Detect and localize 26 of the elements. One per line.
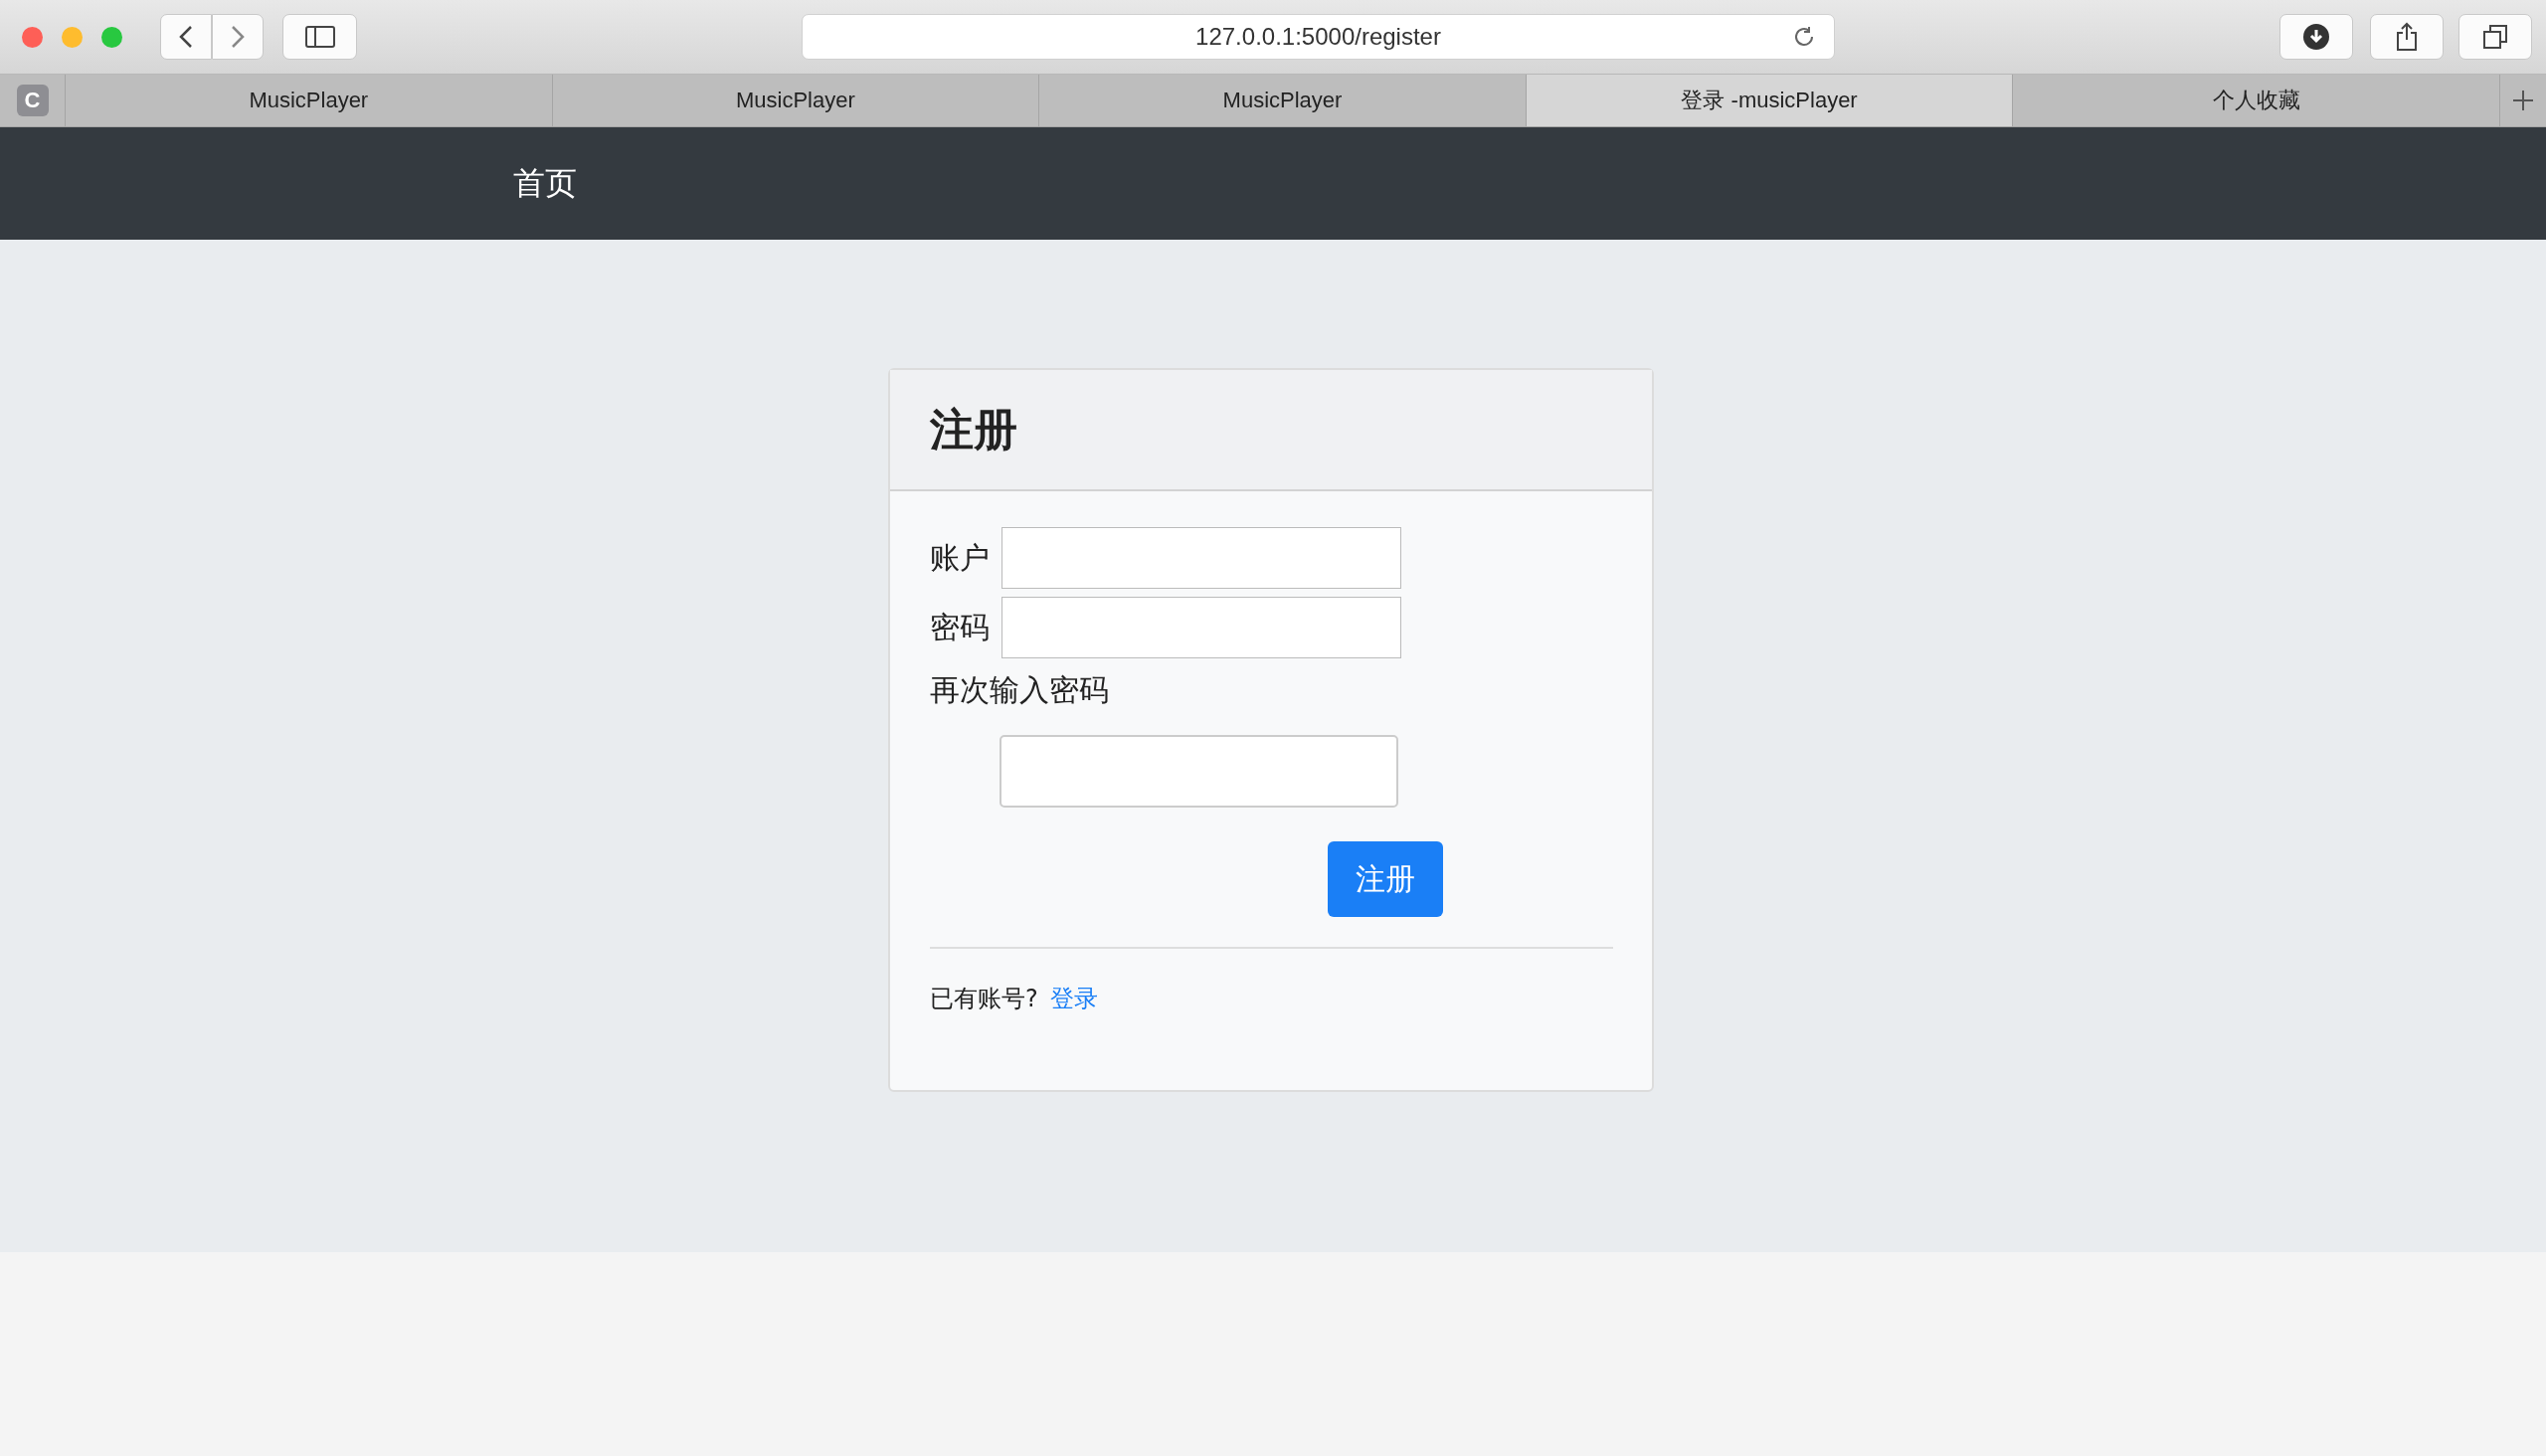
overlapping-squares-icon	[2482, 24, 2508, 50]
sidebar-icon	[304, 26, 335, 48]
reload-icon[interactable]	[1792, 25, 1816, 49]
home-link[interactable]: 首页	[513, 161, 577, 206]
browser-tab[interactable]: 登录 -musicPlayer	[1526, 75, 2014, 126]
input-field[interactable]	[1001, 527, 1401, 589]
close-window-icon[interactable]	[22, 26, 43, 48]
input-field[interactable]	[1000, 735, 1398, 808]
back-button[interactable]	[160, 14, 212, 60]
field-label: 再次输入密码	[930, 671, 1110, 709]
field-label: 账户	[930, 538, 990, 577]
register-button[interactable]: 注册	[1328, 841, 1443, 917]
chevron-left-icon	[179, 25, 193, 49]
input-field[interactable]	[1001, 597, 1401, 658]
share-button[interactable]	[2370, 14, 2444, 60]
chevron-right-icon	[231, 25, 245, 49]
field-label: 密码	[930, 608, 990, 646]
share-icon	[2395, 22, 2419, 52]
address-bar[interactable]: 127.0.0.1:5000/register	[802, 14, 1835, 60]
login-link[interactable]: 登录	[1049, 983, 1098, 1014]
download-icon	[2302, 23, 2330, 51]
sidebar-button[interactable]	[282, 14, 357, 60]
tabs-overview-button[interactable]	[2458, 14, 2532, 60]
download-button[interactable]	[2279, 14, 2353, 60]
login-prompt: 已有账号?	[930, 984, 1038, 1014]
card-title: 注册	[930, 402, 1017, 456]
